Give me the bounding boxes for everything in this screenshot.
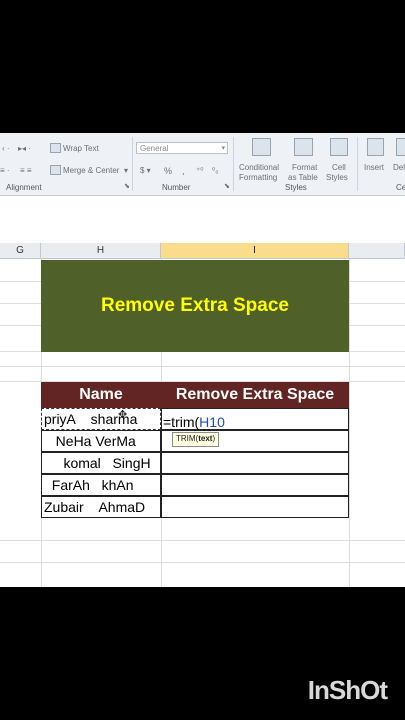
wrap-text-icon <box>50 143 61 153</box>
insert-button[interactable]: Insert <box>364 163 384 172</box>
format-as-table-icon <box>294 138 313 156</box>
currency-icon[interactable]: $ ▾ <box>140 166 151 175</box>
delete-button[interactable]: Del <box>393 163 405 172</box>
group-separator <box>357 137 358 191</box>
name-cell[interactable]: NeHa VerMa <box>41 430 161 452</box>
align-left-arrow-icon[interactable]: ‹ · <box>2 144 10 153</box>
header-cell-name[interactable]: Name <box>41 382 161 408</box>
worksheet[interactable]: G H I Remove Extra Space Name Remove Ext… <box>0 243 405 587</box>
header-cell-result[interactable]: Remove Extra Space <box>161 382 349 408</box>
merge-center-button[interactable]: Merge & Center <box>63 166 119 175</box>
merge-dropdown-arrow-icon[interactable]: ▾ <box>124 166 128 175</box>
conditional-formatting-label-2[interactable]: Formatting <box>239 173 277 182</box>
formula-cell-reference: H10 <box>199 414 225 430</box>
number-dialog-launcher-icon[interactable]: ⬊ <box>224 182 230 190</box>
column-header-j[interactable] <box>349 243 405 259</box>
title-banner[interactable]: Remove Extra Space <box>41 260 349 352</box>
group-separator <box>132 137 133 191</box>
result-cell[interactable] <box>161 474 349 496</box>
formula-bar-area <box>0 196 405 243</box>
group-label-alignment: Alignment <box>6 183 42 192</box>
name-cell[interactable]: FarAh khAn <box>41 474 161 496</box>
formula-prefix: =trim( <box>163 414 200 430</box>
gridline <box>0 540 405 541</box>
percent-button[interactable]: % <box>164 166 172 176</box>
title-text: Remove Extra Space <box>101 295 289 316</box>
wrap-text-button[interactable]: Wrap Text <box>63 144 99 153</box>
cell-styles-label-2[interactable]: Styles <box>326 173 348 182</box>
name-cell[interactable]: priyA sharma <box>41 408 161 430</box>
group-label-styles: Styles <box>285 183 307 192</box>
name-cell[interactable]: Zubair AhmaD <box>41 496 161 518</box>
decrease-decimal-icon[interactable]: ⁰₀ <box>212 166 219 175</box>
format-as-table-label-2[interactable]: as Table <box>288 173 318 182</box>
number-format-value: General <box>140 144 169 153</box>
result-cell[interactable] <box>161 496 349 518</box>
column-header-h[interactable]: H <box>41 243 161 259</box>
group-separator <box>233 137 234 191</box>
group-label-cells: Ce <box>396 183 405 192</box>
insert-cells-icon <box>367 138 384 156</box>
name-cell[interactable]: komal SingH <box>41 452 161 474</box>
conditional-formatting-icon <box>252 138 271 156</box>
result-cell[interactable] <box>161 452 349 474</box>
delete-cells-icon <box>396 138 405 156</box>
align-justify-icon[interactable]: ≡ ≡ <box>20 166 32 175</box>
function-tooltip[interactable]: TRIM(text) <box>172 432 220 447</box>
watermark-text: InShOt <box>307 675 388 705</box>
increase-decimal-icon[interactable]: ⁺⁰ <box>196 166 203 175</box>
conditional-formatting-label-1[interactable]: Conditional <box>239 163 279 172</box>
cell-styles-icon <box>330 138 348 156</box>
tooltip-function: TRIM( <box>176 434 199 443</box>
align-bottom-icon[interactable]: ≡ · <box>0 166 10 175</box>
formula-entry[interactable]: =trim(H10 <box>163 412 225 432</box>
alignment-dialog-launcher-icon[interactable]: ⬊ <box>124 182 130 190</box>
column-header-g[interactable]: G <box>0 243 41 259</box>
column-header-i[interactable]: I <box>161 243 349 259</box>
merge-center-icon <box>50 165 61 175</box>
gridline <box>349 259 350 587</box>
indent-icon[interactable]: ▸◂ · <box>18 144 31 153</box>
tooltip-close: ) <box>212 434 216 443</box>
format-as-table-label-1[interactable]: Format <box>292 163 317 172</box>
gridline <box>0 562 405 563</box>
tooltip-argument: text <box>198 434 213 443</box>
mouse-cursor-icon: ✥ <box>118 409 128 421</box>
ribbon: ‹ · ▸◂ · ≡ · ≡ ≡ Wrap Text Merge & Cente… <box>0 133 405 196</box>
chevron-down-icon: ▾ <box>221 145 225 152</box>
comma-button[interactable]: , <box>182 166 185 176</box>
gridline <box>0 366 405 367</box>
group-label-number: Number <box>162 183 191 192</box>
number-format-dropdown[interactable]: General ▾ <box>136 142 228 154</box>
cell-styles-label-1[interactable]: Cell <box>332 163 346 172</box>
